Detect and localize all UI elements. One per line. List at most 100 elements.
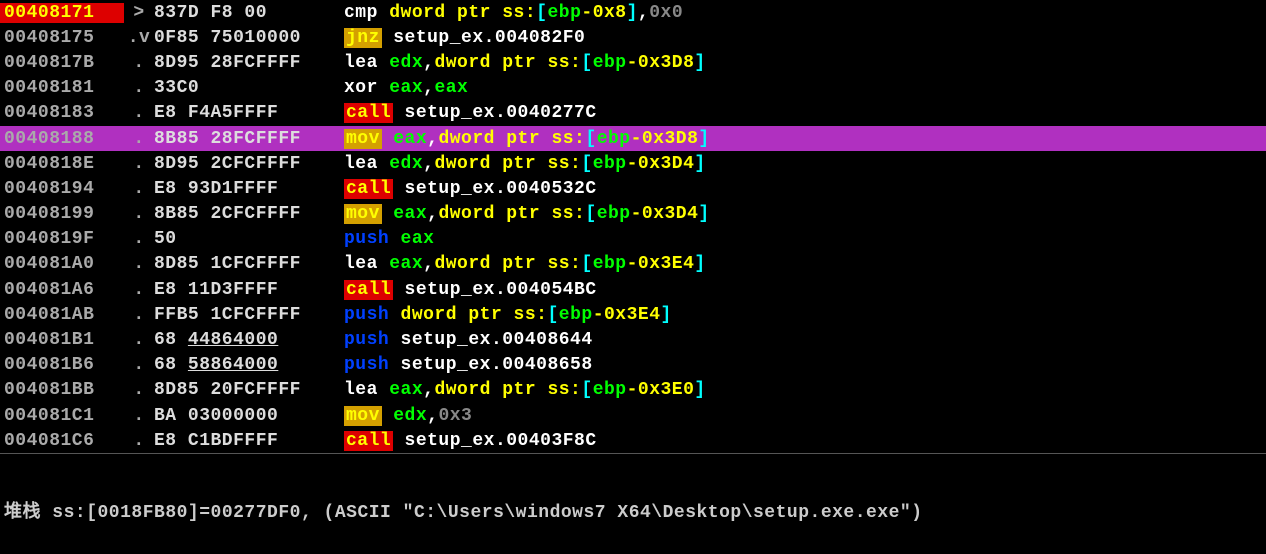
address-cell[interactable]: 00408183 (0, 103, 124, 123)
asm-token: dword ptr ss: (434, 53, 581, 73)
disasm-row[interactable]: 00408181.33C0xor eax,eax (0, 76, 1266, 101)
asm-cell: mov edx,0x3 (344, 406, 1266, 426)
asm-token: - (627, 254, 638, 274)
bytes-cell: 68 58864000 (154, 355, 344, 375)
mnemonic-push: push (344, 330, 389, 350)
flag-cell: . (124, 330, 154, 350)
disasm-row[interactable]: 004081C6.E8 C1BDFFFFcall setup_ex.00403F… (0, 428, 1266, 453)
bracket: ] (694, 53, 705, 73)
register: ebp (597, 204, 631, 224)
address-cell[interactable]: 0040818E (0, 154, 124, 174)
asm-token: - (627, 53, 638, 73)
disasm-row[interactable]: 00408188.8B85 28FCFFFFmov eax,dword ptr … (0, 126, 1266, 151)
space (393, 103, 404, 123)
disasm-row[interactable]: 0040819F.50push eax (0, 227, 1266, 252)
address-cell[interactable]: 004081A6 (0, 280, 124, 300)
space (382, 406, 393, 426)
status-line-1: 堆栈 ss:[0018FB80]=00277DF0, (ASCII "C:\Us… (4, 502, 1262, 524)
disasm-row[interactable]: 0040818E.8D95 2CFCFFFFlea edx,dword ptr … (0, 151, 1266, 176)
bracket: ] (694, 254, 705, 274)
asm-token: , (423, 154, 434, 174)
asm-token: , (423, 254, 434, 274)
asm-cell: push dword ptr ss:[ebp-0x3E4] (344, 305, 1266, 325)
asm-token: dword ptr ss: (434, 380, 581, 400)
address-cell[interactable]: 004081BB (0, 380, 124, 400)
status-pane: 堆栈 ss:[0018FB80]=00277DF0, (ASCII "C:\Us… (0, 454, 1266, 554)
address-cell[interactable]: 004081AB (0, 305, 124, 325)
address-cell[interactable]: 00408199 (0, 204, 124, 224)
address-cell[interactable]: 00408188 (0, 129, 124, 149)
mnemonic: mov (344, 129, 382, 149)
asm-token: 0x3D4 (638, 154, 695, 174)
asm-token: 0x8 (593, 3, 627, 23)
register: ebp (547, 3, 581, 23)
space (382, 28, 393, 48)
register: eax (389, 254, 423, 274)
address-cell[interactable]: 00408194 (0, 179, 124, 199)
bracket: ] (698, 129, 709, 149)
asm-token: lea (344, 380, 378, 400)
asm-cell: lea eax,dword ptr ss:[ebp-0x3E4] (344, 254, 1266, 274)
disasm-row[interactable]: 004081BB.8D85 20FCFFFFlea eax,dword ptr … (0, 378, 1266, 403)
address-cell[interactable]: 00408171 (0, 3, 124, 23)
flag-cell: . (124, 355, 154, 375)
bytes-cell: 50 (154, 229, 344, 249)
flag-cell: . (124, 129, 154, 149)
space (393, 431, 404, 451)
flag-cell: .v (124, 28, 154, 48)
disasm-row[interactable]: 00408171>837D F8 00cmp dword ptr ss:[ebp… (0, 0, 1266, 25)
asm-token: - (581, 3, 592, 23)
address-cell[interactable]: 0040819F (0, 229, 124, 249)
disasm-row[interactable]: 00408194.E8 93D1FFFFcall setup_ex.004053… (0, 176, 1266, 201)
disasm-row[interactable]: 00408175.v0F85 75010000jnz setup_ex.0040… (0, 25, 1266, 50)
flag-cell: . (124, 305, 154, 325)
register: ebp (597, 129, 631, 149)
immediate: 0x0 (649, 3, 683, 23)
address-cell[interactable]: 0040817B (0, 53, 124, 73)
address-cell[interactable]: 00408181 (0, 78, 124, 98)
space (393, 280, 404, 300)
asm-token: , (638, 3, 649, 23)
address-cell[interactable]: 004081C6 (0, 431, 124, 451)
asm-token: , (427, 406, 438, 426)
asm-token: dword ptr ss: (438, 204, 585, 224)
asm-cell: call setup_ex.0040532C (344, 179, 1266, 199)
asm-token: lea (344, 53, 378, 73)
disasm-row[interactable]: 004081C1.BA 03000000mov edx,0x3 (0, 403, 1266, 428)
address-cell[interactable]: 004081A0 (0, 254, 124, 274)
space (378, 380, 389, 400)
bytes-cell: E8 93D1FFFF (154, 179, 344, 199)
register: ebp (593, 380, 627, 400)
asm-cell: cmp dword ptr ss:[ebp-0x8],0x0 (344, 3, 1266, 23)
disasm-row[interactable]: 00408183.E8 F4A5FFFFcall setup_ex.004027… (0, 101, 1266, 126)
mnemonic: mov (344, 406, 382, 426)
asm-token: dword ptr ss: (389, 3, 536, 23)
disasm-row[interactable]: 0040817B.8D95 28FCFFFFlea edx,dword ptr … (0, 50, 1266, 75)
asm-cell: push eax (344, 229, 1266, 249)
bracket: ] (698, 204, 709, 224)
bracket: [ (581, 254, 592, 274)
disasm-row[interactable]: 004081B1.68 44864000push setup_ex.004086… (0, 327, 1266, 352)
disasm-row[interactable]: 004081B6.68 58864000push setup_ex.004086… (0, 353, 1266, 378)
address-cell[interactable]: 00408175 (0, 28, 124, 48)
bytes-cell: E8 11D3FFFF (154, 280, 344, 300)
disasm-row[interactable]: 00408199.8B85 2CFCFFFFmov eax,dword ptr … (0, 202, 1266, 227)
asm-token: , (423, 380, 434, 400)
disasm-row[interactable]: 004081A6.E8 11D3FFFFcall setup_ex.004054… (0, 277, 1266, 302)
register: ebp (593, 53, 627, 73)
bracket: [ (547, 305, 558, 325)
address-cell[interactable]: 004081C1 (0, 406, 124, 426)
disasm-row[interactable]: 004081A0.8D85 1CFCFFFFlea eax,dword ptr … (0, 252, 1266, 277)
bracket: ] (661, 305, 672, 325)
address-cell[interactable]: 004081B1 (0, 330, 124, 350)
asm-cell: lea eax,dword ptr ss:[ebp-0x3E0] (344, 380, 1266, 400)
address-cell[interactable]: 004081B6 (0, 355, 124, 375)
flag-cell: . (124, 431, 154, 451)
register: eax (401, 229, 435, 249)
disassembly-pane[interactable]: 00408171>837D F8 00cmp dword ptr ss:[ebp… (0, 0, 1266, 454)
register: ebp (593, 254, 627, 274)
disasm-row[interactable]: 004081AB.FFB5 1CFCFFFFpush dword ptr ss:… (0, 302, 1266, 327)
flag-cell: . (124, 204, 154, 224)
space (389, 355, 400, 375)
register: eax (393, 204, 427, 224)
